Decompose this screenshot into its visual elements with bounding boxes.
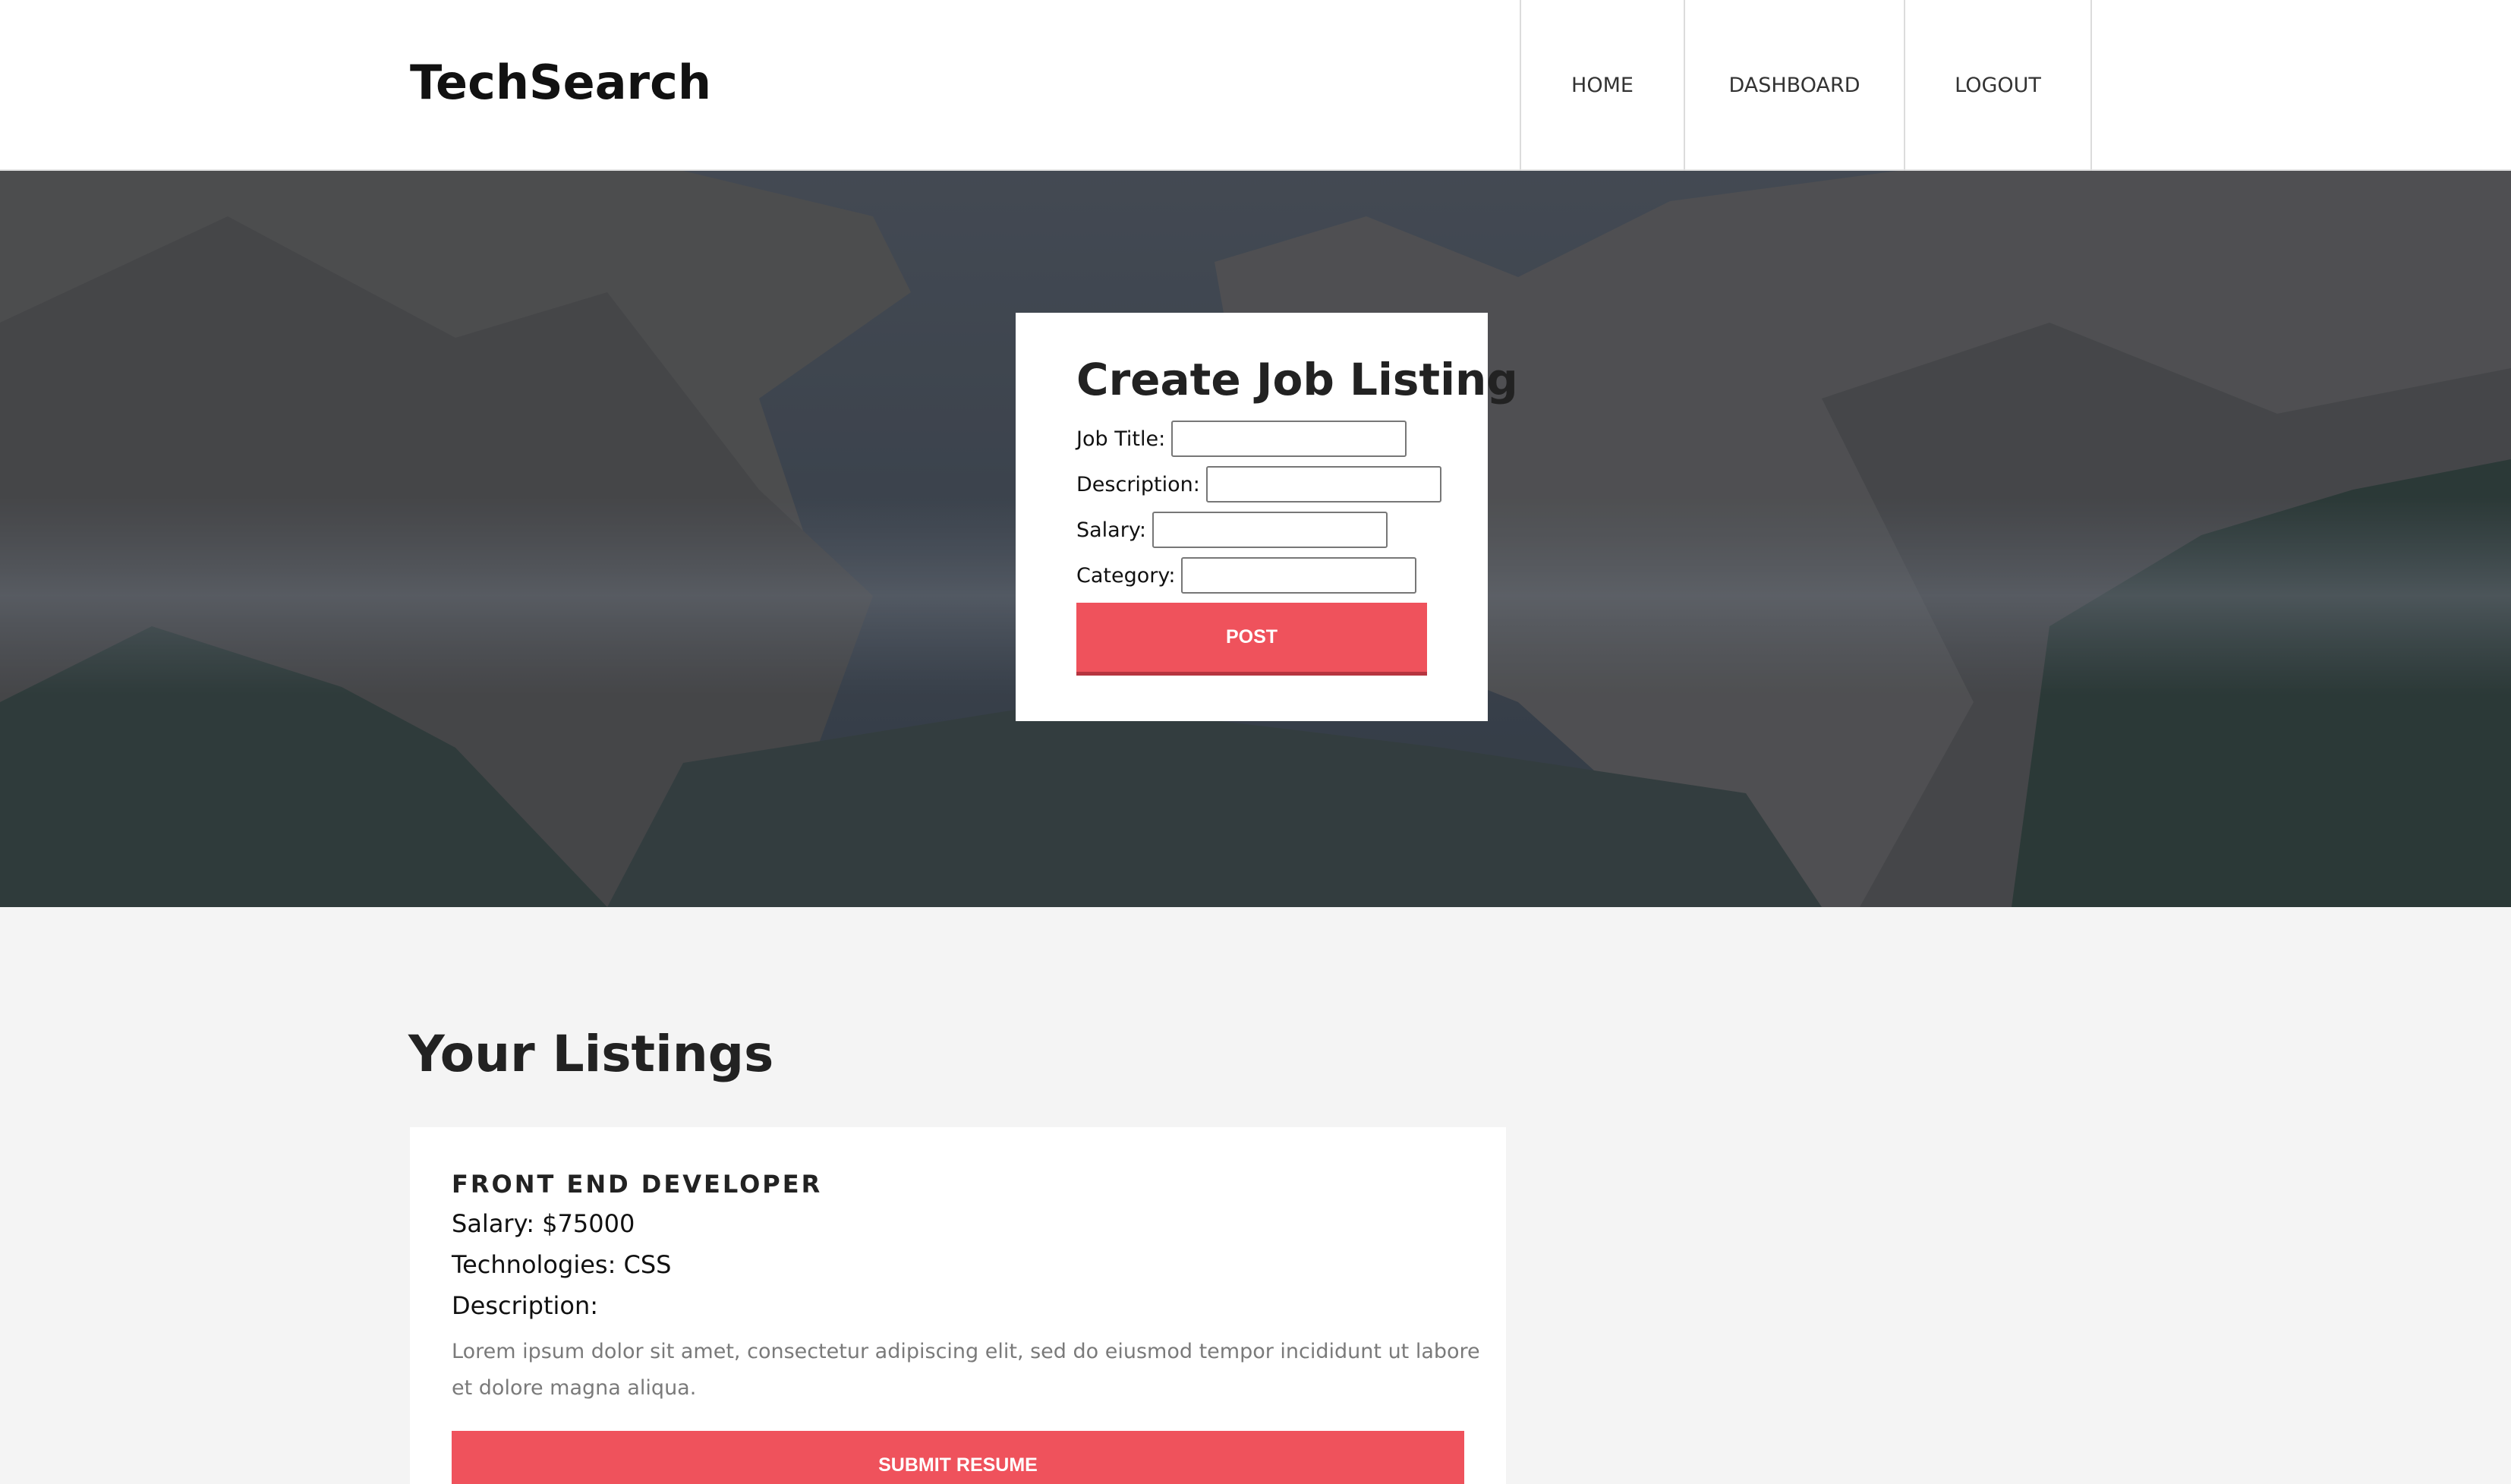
job-title-input[interactable] [1171,421,1407,457]
create-job-title: Create Job Listing [1076,354,1518,405]
submit-resume-button[interactable]: SUBMIT RESUME [452,1431,1464,1484]
nav-logout-link[interactable]: LOGOUT [1905,0,2092,171]
description-row: Description: [1076,466,1441,503]
brand-logo[interactable]: TechSearch [410,55,711,110]
nav-dashboard-link[interactable]: DASHBOARD [1685,0,1905,171]
listing-salary: Salary: $75000 [452,1209,635,1238]
top-header: TechSearch HOME DASHBOARD LOGOUT [0,0,2511,171]
main-nav: HOME DASHBOARD LOGOUT [1520,0,2092,171]
category-label: Category: [1076,563,1176,588]
listing-description-text: Lorem ipsum dolor sit amet, consectetur … [452,1340,1480,1400]
category-input[interactable] [1181,557,1417,594]
salary-label: Salary: [1076,518,1146,542]
salary-input[interactable] [1152,512,1388,548]
your-listings-heading: Your Listings [408,1025,774,1083]
job-title-label: Job Title: [1076,427,1166,451]
listing-job-title: FRONT END DEVELOPER [452,1170,823,1199]
listing-description-label: Description: [452,1291,599,1320]
description-label: Description: [1076,472,1200,496]
nav-home-link[interactable]: HOME [1521,0,1685,171]
listing-technologies: Technologies: CSS [452,1250,672,1279]
category-row: Category: [1076,557,1417,594]
listing-card: FRONT END DEVELOPER Salary: $75000 Techn… [410,1127,1506,1484]
salary-row: Salary: [1076,512,1388,548]
post-button[interactable]: POST [1076,603,1427,676]
create-job-card: Create Job Listing Job Title: Descriptio… [1016,313,1518,721]
job-title-row: Job Title: [1076,421,1407,457]
description-input[interactable] [1205,466,1441,503]
